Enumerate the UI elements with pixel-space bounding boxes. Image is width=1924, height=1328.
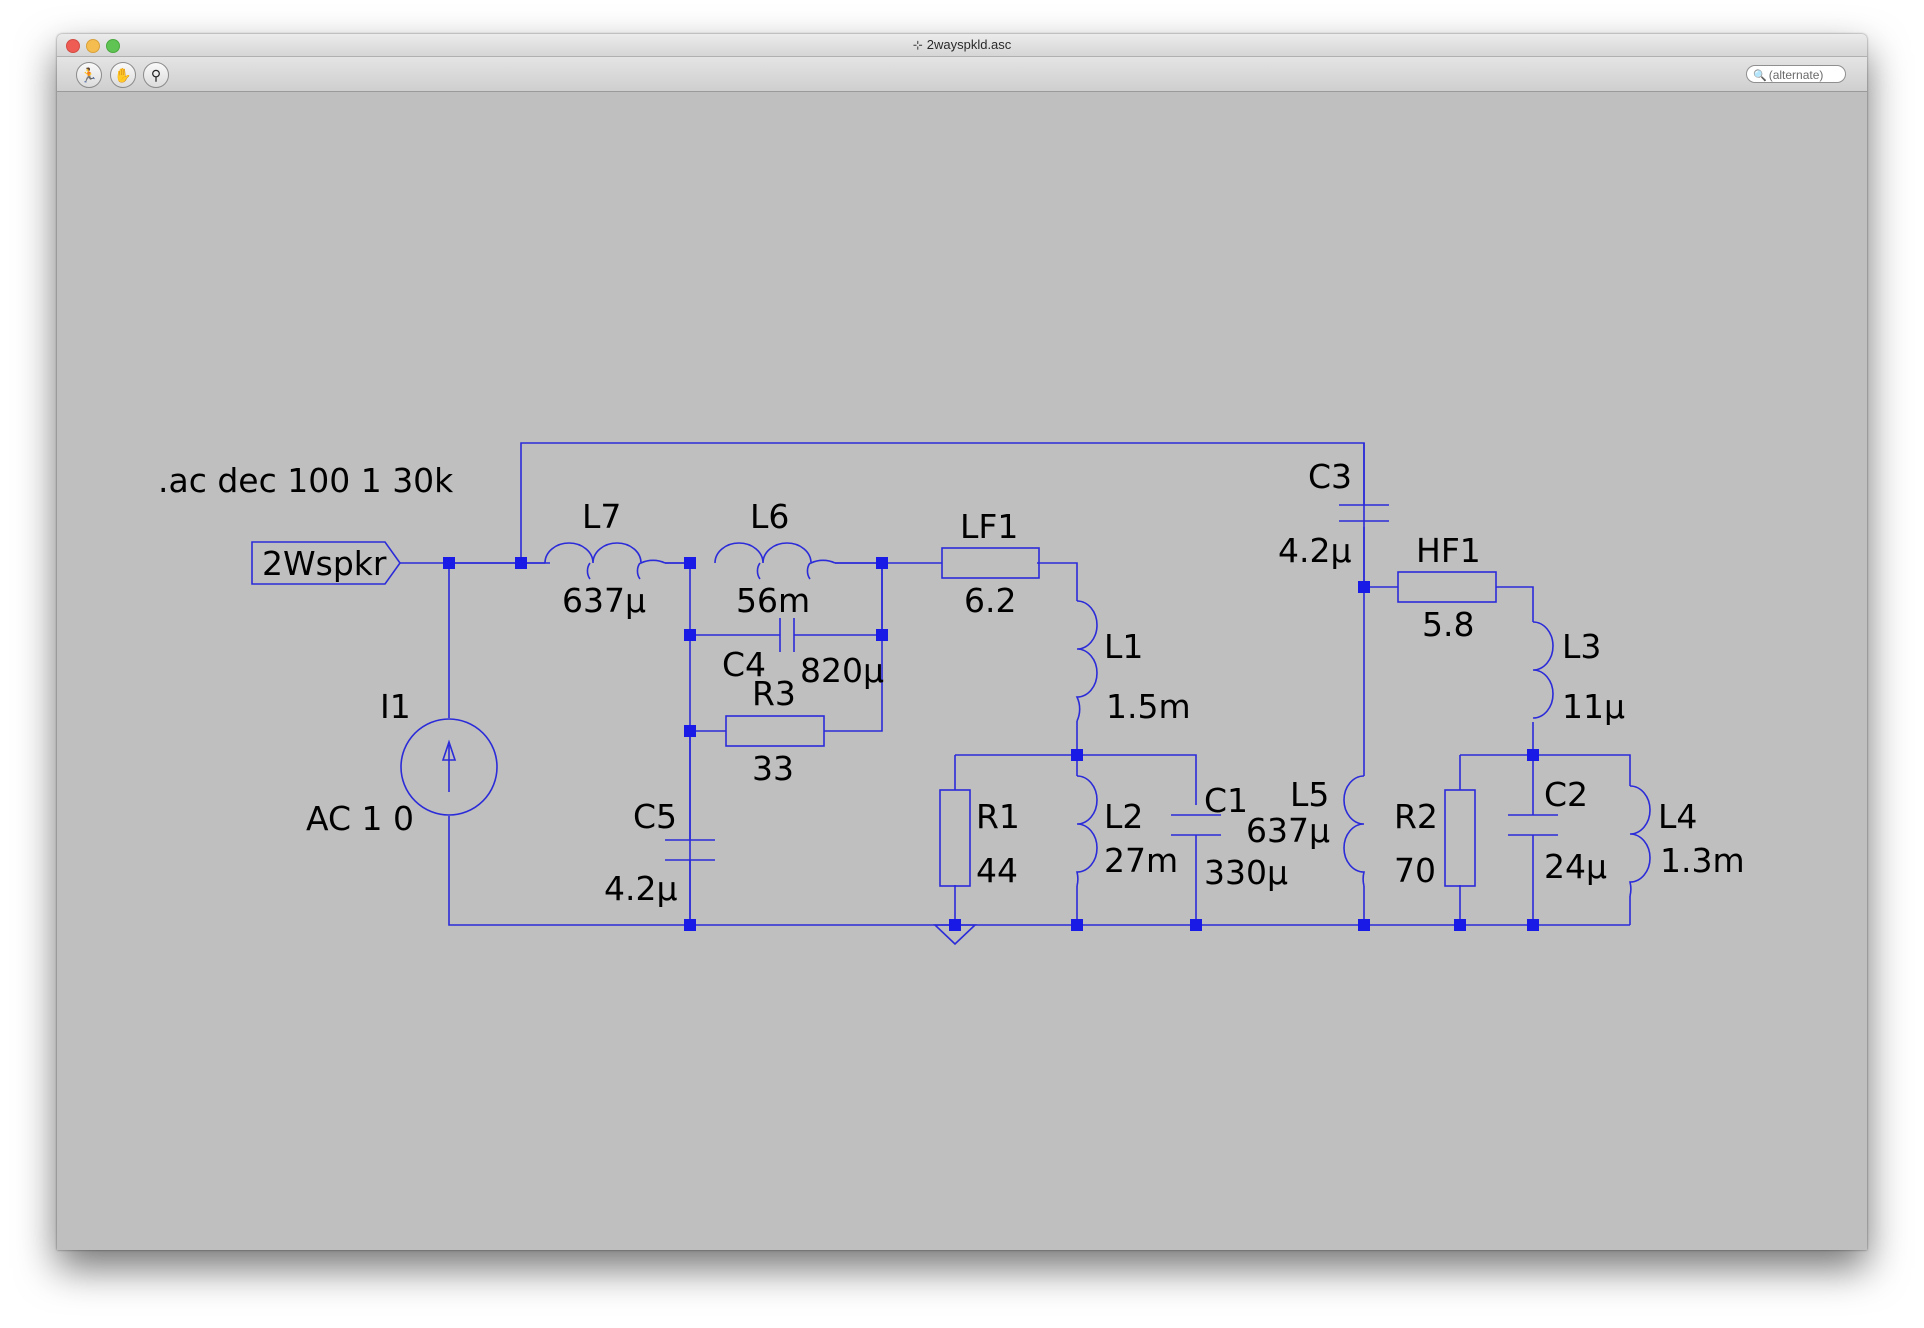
search-icon: 🔍 [1753,70,1767,82]
probe-icon: ⚲ [150,67,162,83]
lf1-value: 6.2 [964,581,1016,620]
i1-name: I1 [380,687,411,726]
resistor-r1 [939,789,971,887]
l3-name: L3 [1562,627,1601,666]
l6-name: L6 [750,497,789,536]
l1-name: L1 [1104,627,1143,666]
lf1-name: LF1 [960,507,1018,546]
resistor-r3 [725,715,825,747]
port-label: 2Wspkr [262,544,387,583]
l1-value: 1.5m [1106,687,1191,726]
l5-value: 637µ [1246,811,1330,850]
schematic-drawing: .ac dec 100 1 30k 2Wspkr I1 AC 1 0 L7 63… [158,442,1745,946]
components [251,504,1651,946]
r2-value: 70 [1394,851,1436,890]
app-window: ⊹ 2wayspkld.asc 🏃 ✋ ⚲ 🔍 (alternate) .ac … [57,34,1867,1250]
l2-name: L2 [1104,797,1143,836]
c1-name: C1 [1204,781,1248,820]
search-placeholder: (alternate) [1768,68,1824,82]
c5-name: C5 [633,797,677,836]
c3-name: C3 [1308,457,1352,496]
window-title-area: ⊹ 2wayspkld.asc [57,37,1867,52]
probe-icon: ⊹ [912,38,923,52]
run-button[interactable]: 🏃 [76,62,102,88]
r3-name: R3 [752,674,796,713]
r1-name: R1 [976,797,1020,836]
title-bar: ⊹ 2wayspkld.asc [57,34,1867,57]
halt-button[interactable]: ✋ [110,62,136,88]
hf1-value: 5.8 [1422,605,1474,644]
inductor-l4 [1628,785,1651,897]
window-title: 2wayspkld.asc [926,37,1012,52]
c1-value: 330µ [1204,853,1288,892]
inductor-l3 [1532,621,1554,719]
r1-value: 44 [976,851,1018,890]
hand-icon: ✋ [114,67,132,83]
inductor-l5 [1343,775,1366,887]
running-man-icon: 🏃 [80,67,98,83]
c4-value: 820µ [800,651,884,690]
resistor-lf1 [941,547,1040,579]
l5-name: L5 [1290,775,1329,814]
c5-value: 4.2µ [604,869,677,908]
resistor-hf1 [1397,571,1497,603]
c3-value: 4.2µ [1278,531,1351,570]
toolbar: 🏃 ✋ ⚲ 🔍 (alternate) [57,57,1867,92]
inductor-l2 [1075,775,1098,887]
inductor-l1 [1075,600,1098,722]
hf1-name: HF1 [1416,531,1481,570]
schematic-canvas[interactable]: .ac dec 100 1 30k 2Wspkr I1 AC 1 0 L7 63… [57,92,1867,1250]
l7-name: L7 [582,497,621,536]
i1-value: AC 1 0 [306,799,414,838]
r2-name: R2 [1394,797,1438,836]
r3-value: 33 [752,749,794,788]
l4-value: 1.3m [1660,841,1745,880]
search-field[interactable]: 🔍 (alternate) [1746,65,1846,83]
l4-name: L4 [1658,797,1697,836]
inductor-l6 [714,542,836,565]
inductor-l7 [544,542,666,565]
c2-name: C2 [1544,775,1588,814]
resistor-r2 [1444,789,1476,887]
l7-value: 637µ [562,581,646,620]
probe-button[interactable]: ⚲ [143,62,169,88]
l2-value: 27m [1104,841,1178,880]
labels: .ac dec 100 1 30k 2Wspkr I1 AC 1 0 L7 63… [158,457,1745,908]
l3-value: 11µ [1562,687,1625,726]
spice-directive: .ac dec 100 1 30k [158,461,454,500]
l6-value: 56m [736,581,810,620]
c2-value: 24µ [1544,847,1607,886]
